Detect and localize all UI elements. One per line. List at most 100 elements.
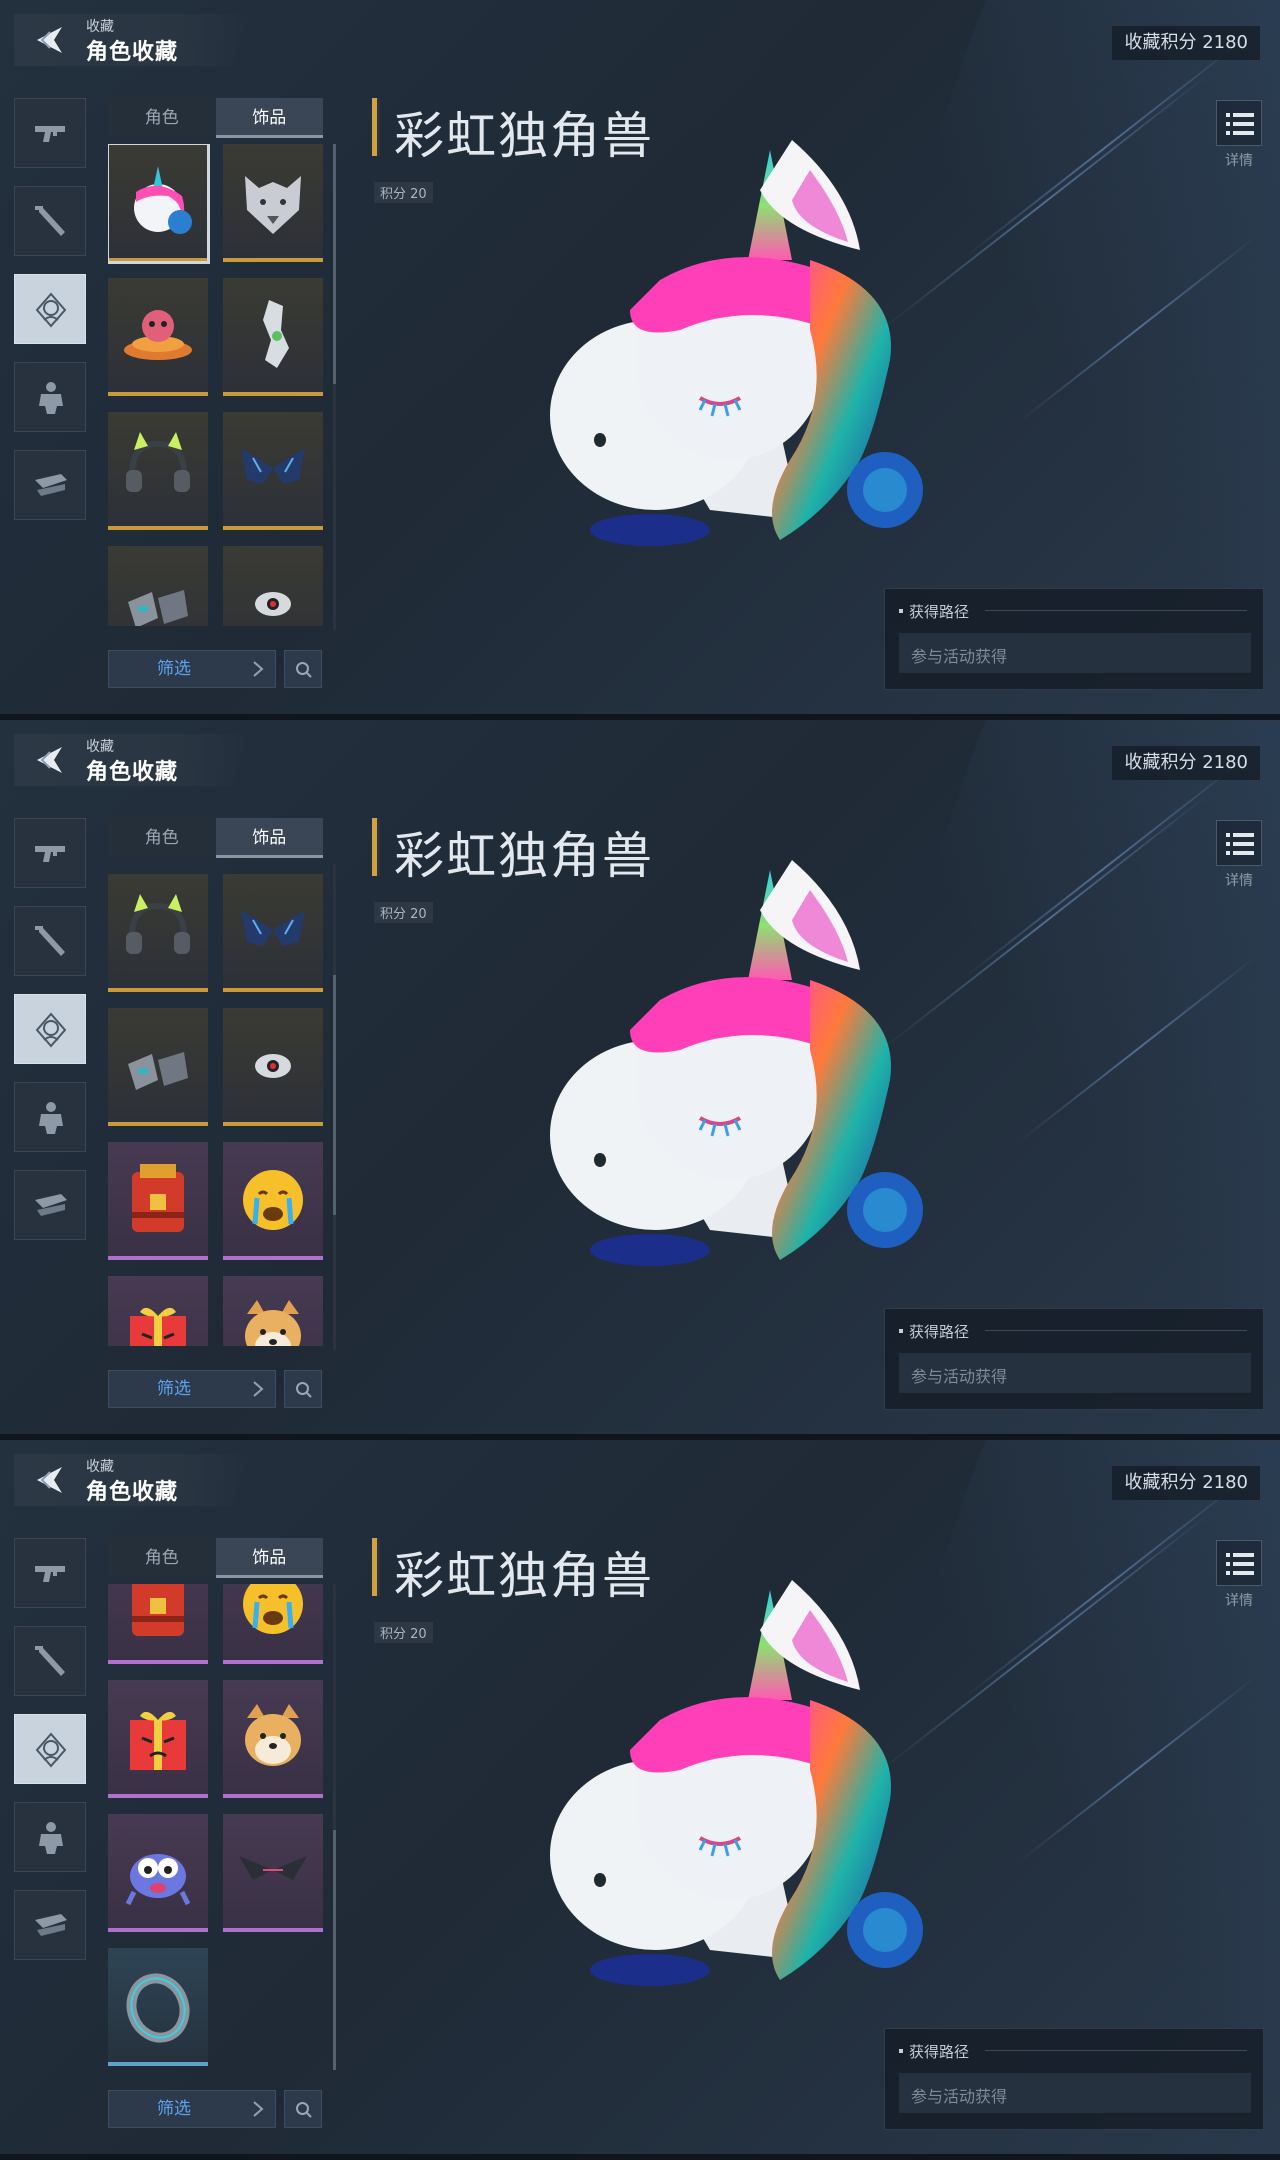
grid-item-wolf-mask[interactable] [223, 144, 323, 262]
grid-item-shiba-head[interactable] [223, 1680, 323, 1798]
details-label: 详情 [1225, 873, 1253, 889]
tab-characters[interactable]: 角色 [108, 1538, 216, 1578]
page-title: 角色收藏 [86, 760, 179, 785]
tab-bar: 角色 饰品 [108, 818, 323, 858]
cat-ear-headphones-icon [126, 893, 190, 954]
unicorn-head-model[interactable] [530, 850, 930, 1280]
unicorn-head-model[interactable] [530, 1570, 930, 2000]
details-button[interactable] [1216, 1540, 1262, 1586]
acquire-method: 参与活动获得 [899, 633, 1251, 673]
bullet-icon [899, 609, 903, 613]
rail-item-accessories[interactable] [14, 994, 86, 1064]
rail-item-armor[interactable] [14, 1082, 86, 1152]
grid-item-metal-ring[interactable] [108, 1948, 208, 2066]
details-button[interactable] [1216, 100, 1262, 146]
rail-item-melee[interactable] [14, 186, 86, 256]
header-subtitle: 收藏 [86, 1459, 114, 1475]
grid-item-scared-blob[interactable] [108, 1814, 208, 1932]
shiba-head-icon [245, 1704, 301, 1766]
grid-item-crying-emoji[interactable] [223, 1141, 323, 1260]
crying-emoji-icon [243, 1169, 303, 1230]
rail-item-vehicles[interactable] [14, 450, 86, 520]
robot-arm-icon [263, 300, 289, 368]
angry-gift-box-icon [130, 1711, 186, 1770]
grid-item-treasure-backpack[interactable] [108, 1141, 208, 1260]
treasure-backpack-icon [132, 1584, 184, 1636]
back-arrow-icon[interactable] [32, 24, 66, 56]
title-accent-bar [372, 818, 380, 876]
melee-icon [35, 926, 65, 956]
grid-scroll-thumb[interactable] [333, 974, 336, 1215]
header-subtitle: 收藏 [86, 739, 114, 755]
search-icon [296, 1382, 312, 1398]
treasure-backpack-icon [132, 1163, 184, 1232]
tab-characters[interactable]: 角色 [108, 818, 216, 858]
grid-scroll-thumb[interactable] [333, 1830, 336, 2070]
unicorn-head-model[interactable] [530, 130, 930, 560]
armor-icon [39, 1102, 63, 1134]
page-title: 角色收藏 [86, 1480, 179, 1505]
grid-scroll-thumb[interactable] [333, 144, 336, 384]
head-accessory-icon [35, 1732, 67, 1768]
rail-item-vehicles[interactable] [14, 1170, 86, 1240]
filter-button[interactable]: 筛选 [108, 650, 276, 688]
crying-emoji-icon [243, 1584, 303, 1634]
grid-item-ufo-octopus[interactable] [108, 278, 208, 396]
grid-item-angry-gift-box[interactable] [108, 1680, 208, 1798]
grid-item-red-eye-drone[interactable] [223, 1007, 323, 1126]
item-grid-content [108, 864, 323, 1346]
grid-item-angry-gift-box[interactable] [108, 1275, 208, 1346]
chevron-right-icon [253, 2101, 264, 2117]
grid-item-crystal-wings[interactable] [223, 412, 323, 530]
grid-scrollbar[interactable] [333, 1584, 336, 2070]
rail-item-firearms[interactable] [14, 98, 86, 168]
grid-item-unicorn-head[interactable] [108, 144, 210, 264]
search-button[interactable] [284, 1370, 322, 1408]
grid-item-cat-ear-headphones[interactable] [108, 873, 208, 992]
rail-item-melee[interactable] [14, 1626, 86, 1696]
tab-accessories[interactable]: 饰品 [215, 818, 323, 858]
tab-accessories[interactable]: 饰品 [215, 1538, 323, 1578]
grid-item-shiba-head[interactable] [223, 1275, 323, 1346]
acquire-panel: 获得路径 参与活动获得 [884, 1308, 1264, 1410]
rail-item-vehicles[interactable] [14, 1890, 86, 1960]
rail-item-accessories[interactable] [14, 1714, 86, 1784]
grid-item-red-eye-drone[interactable] [223, 546, 323, 626]
grid-item-dark-wings[interactable] [223, 1814, 323, 1932]
acquire-panel: 获得路径 参与活动获得 [884, 2028, 1264, 2130]
grid-scrollbar[interactable] [333, 864, 336, 1350]
metal-gloves-icon [128, 590, 188, 626]
details-label: 详情 [1225, 1593, 1253, 1609]
tab-accessories[interactable]: 饰品 [215, 98, 323, 138]
filter-label: 筛选 [157, 2099, 191, 2119]
search-button[interactable] [284, 2090, 322, 2128]
grid-item-crystal-wings[interactable] [223, 873, 323, 992]
rail-item-accessories[interactable] [14, 274, 86, 344]
back-arrow-icon[interactable] [32, 744, 66, 776]
rail-item-firearms[interactable] [14, 818, 86, 888]
search-icon [296, 2102, 312, 2118]
red-eye-drone-icon [255, 1053, 291, 1078]
details-button[interactable] [1216, 820, 1262, 866]
rail-item-armor[interactable] [14, 362, 86, 432]
back-arrow-icon[interactable] [32, 1464, 66, 1496]
rail-item-armor[interactable] [14, 1802, 86, 1872]
grid-item-crying-emoji[interactable] [223, 1584, 323, 1664]
screenshot-root: 收藏 角色收藏 收藏积分 2180 角色 饰品 筛选 彩虹独角兽 积分 20 详… [0, 0, 1280, 2160]
melee-icon [35, 206, 65, 236]
grid-item-cat-ear-headphones[interactable] [108, 412, 208, 530]
divider [985, 2050, 1247, 2051]
search-button[interactable] [284, 650, 322, 688]
chevron-right-icon [253, 661, 264, 677]
filter-button[interactable]: 筛选 [108, 2090, 276, 2128]
grid-item-robot-arm[interactable] [223, 278, 323, 396]
filter-button[interactable]: 筛选 [108, 1370, 276, 1408]
grid-item-treasure-backpack[interactable] [108, 1584, 208, 1664]
tab-characters[interactable]: 角色 [108, 98, 216, 138]
rail-item-melee[interactable] [14, 906, 86, 976]
grid-item-metal-gloves[interactable] [108, 546, 208, 626]
grid-scrollbar[interactable] [333, 144, 336, 630]
item-points: 积分 20 [374, 182, 433, 203]
grid-item-metal-gloves[interactable] [108, 1007, 208, 1126]
rail-item-firearms[interactable] [14, 1538, 86, 1608]
